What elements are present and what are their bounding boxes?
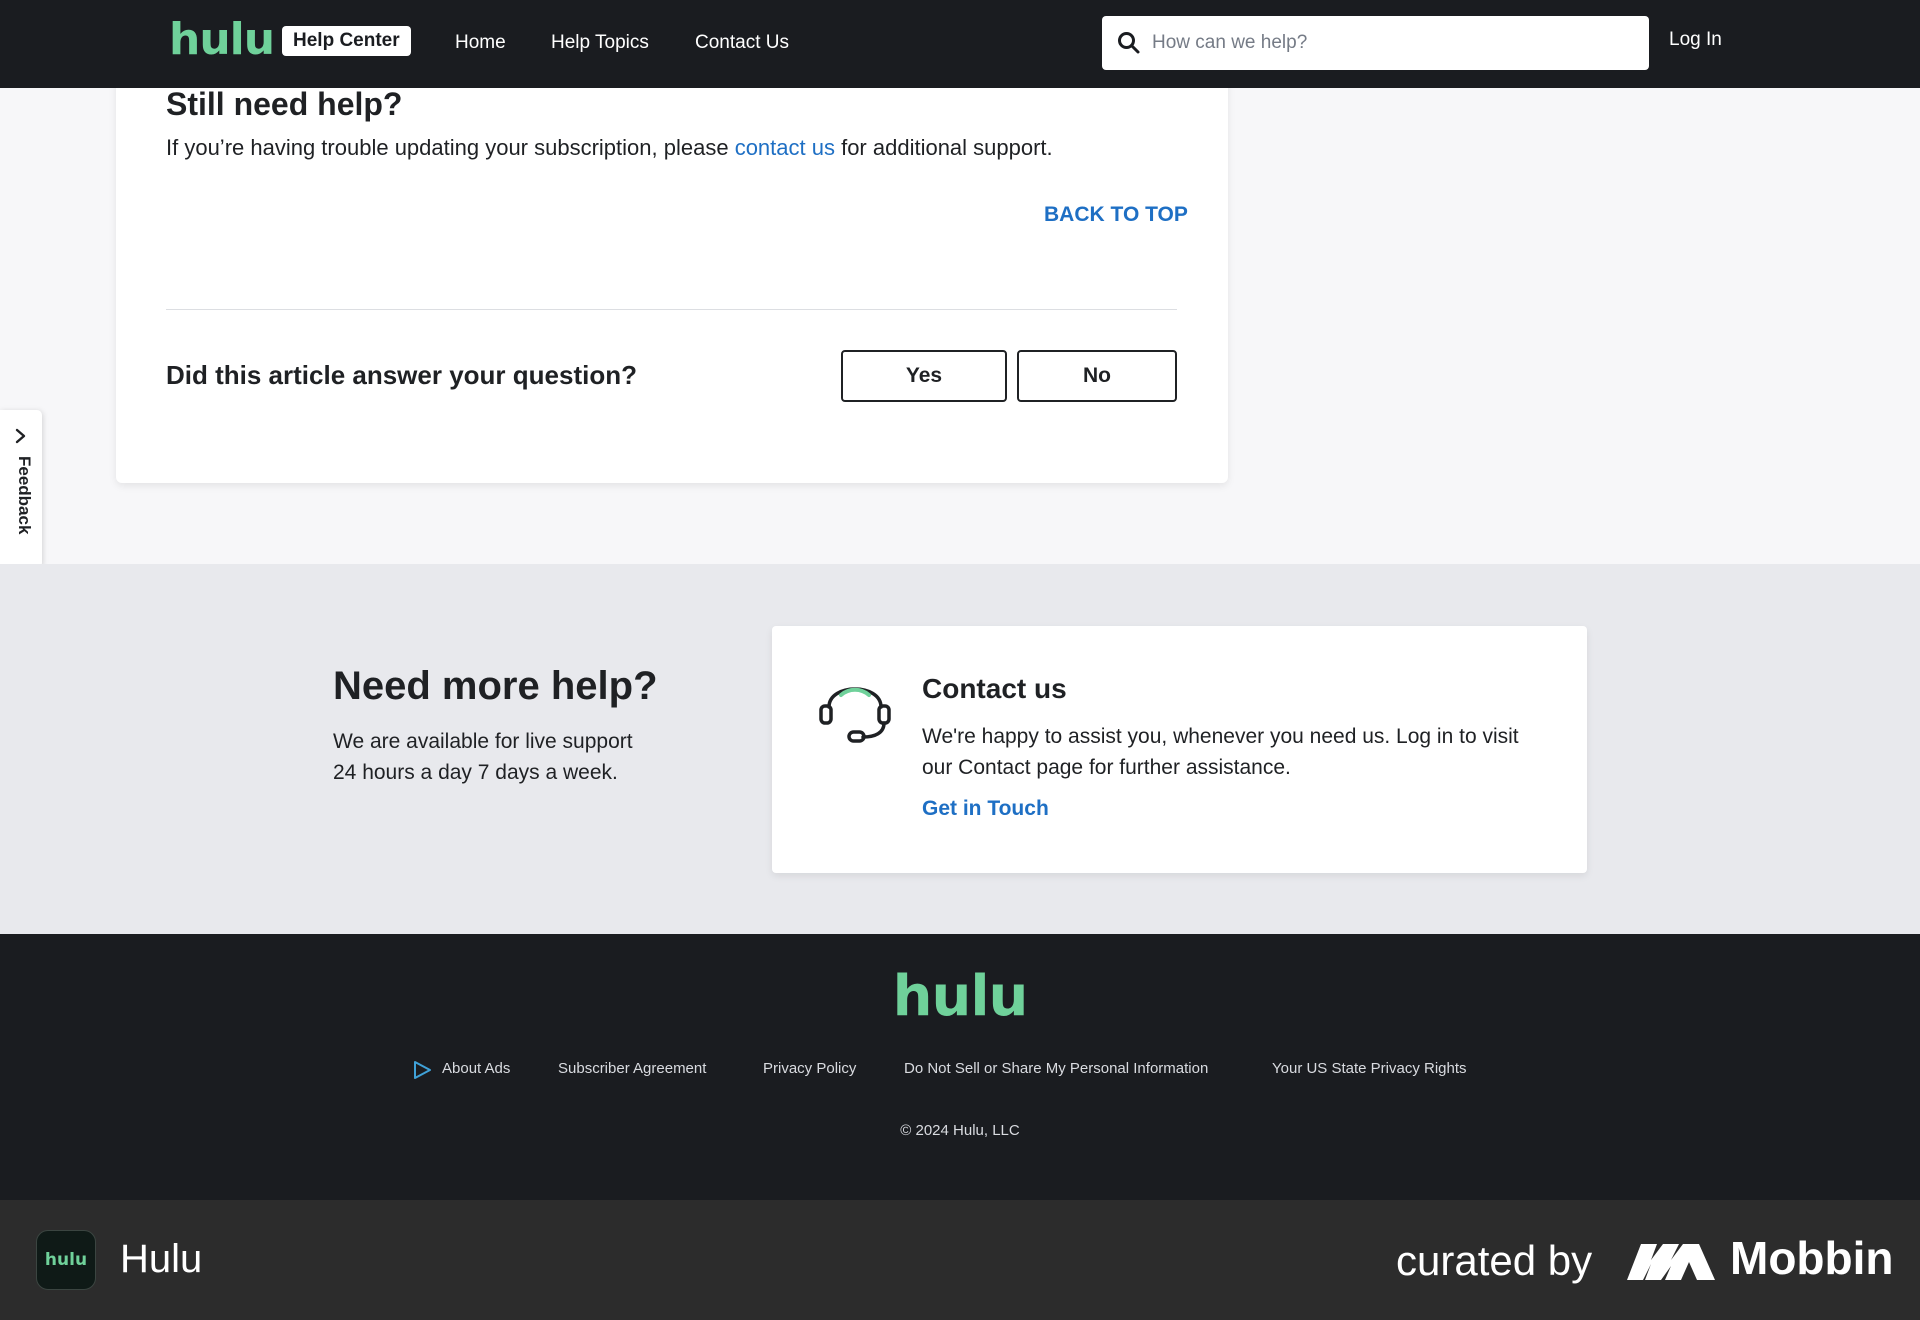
- mobbin-logo-icon: [1627, 1244, 1715, 1280]
- footer-link-privacy-policy[interactable]: Privacy Policy: [763, 1060, 856, 1077]
- yes-button[interactable]: Yes: [841, 350, 1007, 402]
- mobbin-brand-name: Mobbin: [1730, 1232, 1894, 1284]
- footer-link-subscriber-agreement[interactable]: Subscriber Agreement: [558, 1060, 706, 1077]
- help-center-badge[interactable]: Help Center: [282, 26, 411, 56]
- app-icon-logo: hulu: [44, 1250, 88, 1270]
- copyright: © 2024 Hulu, LLC: [900, 1122, 1020, 1139]
- feedback-tab[interactable]: Feedback: [0, 410, 42, 568]
- headset-icon: [819, 687, 891, 743]
- still-need-help-heading: Still need help?: [166, 86, 403, 122]
- contact-us-inline-link[interactable]: contact us: [735, 135, 835, 160]
- divider: [166, 309, 1177, 310]
- curated-by-label: curated by: [1396, 1237, 1593, 1284]
- play-triangle-icon[interactable]: [411, 1059, 433, 1081]
- back-to-top-link[interactable]: BACK TO TOP: [1044, 203, 1188, 227]
- need-more-help-text: We are available for live support 24 hou…: [333, 726, 673, 788]
- chevron-right-icon: [15, 428, 26, 444]
- feedback-label: Feedback: [15, 456, 34, 535]
- still-need-help-text: If you’re having trouble updating your s…: [166, 135, 1053, 161]
- footer-link-about-ads[interactable]: About Ads: [442, 1060, 510, 1077]
- footer-hulu-logo[interactable]: hulu: [0, 967, 1920, 1027]
- nav-contact-us[interactable]: Contact Us: [695, 30, 789, 56]
- nav-home[interactable]: Home: [455, 30, 506, 56]
- app-name: Hulu: [120, 1237, 203, 1281]
- feedback-question: Did this article answer your question?: [166, 360, 637, 390]
- footer-link-do-not-sell[interactable]: Do Not Sell or Share My Personal Informa…: [904, 1060, 1208, 1077]
- no-button[interactable]: No: [1017, 350, 1177, 402]
- support-line-1: We are available for live support: [333, 730, 633, 753]
- contact-us-text: We're happy to assist you, whenever you …: [922, 725, 1519, 779]
- still-text-after: for additional support.: [834, 135, 1053, 160]
- hulu-logo[interactable]: hulu: [169, 18, 275, 62]
- need-more-help-heading: Need more help?: [333, 664, 658, 708]
- login-link[interactable]: Log In: [1669, 29, 1722, 51]
- footer-link-state-privacy[interactable]: Your US State Privacy Rights: [1272, 1060, 1467, 1077]
- search-input[interactable]: [1152, 16, 1632, 70]
- nav-help-topics[interactable]: Help Topics: [551, 30, 649, 56]
- search-icon: [1118, 32, 1140, 54]
- contact-us-heading: Contact us: [922, 673, 1067, 704]
- support-line-2: 24 hours a day 7 days a week.: [333, 761, 618, 784]
- article-card: [116, 60, 1228, 483]
- top-header: hulu Help Center Home Help Topics Contac…: [0, 0, 1920, 88]
- app-icon: hulu: [36, 1230, 96, 1290]
- get-in-touch-link[interactable]: Get in Touch: [922, 797, 1049, 821]
- still-text-before: If you’re having trouble updating your s…: [166, 135, 735, 160]
- search-box[interactable]: [1102, 16, 1649, 70]
